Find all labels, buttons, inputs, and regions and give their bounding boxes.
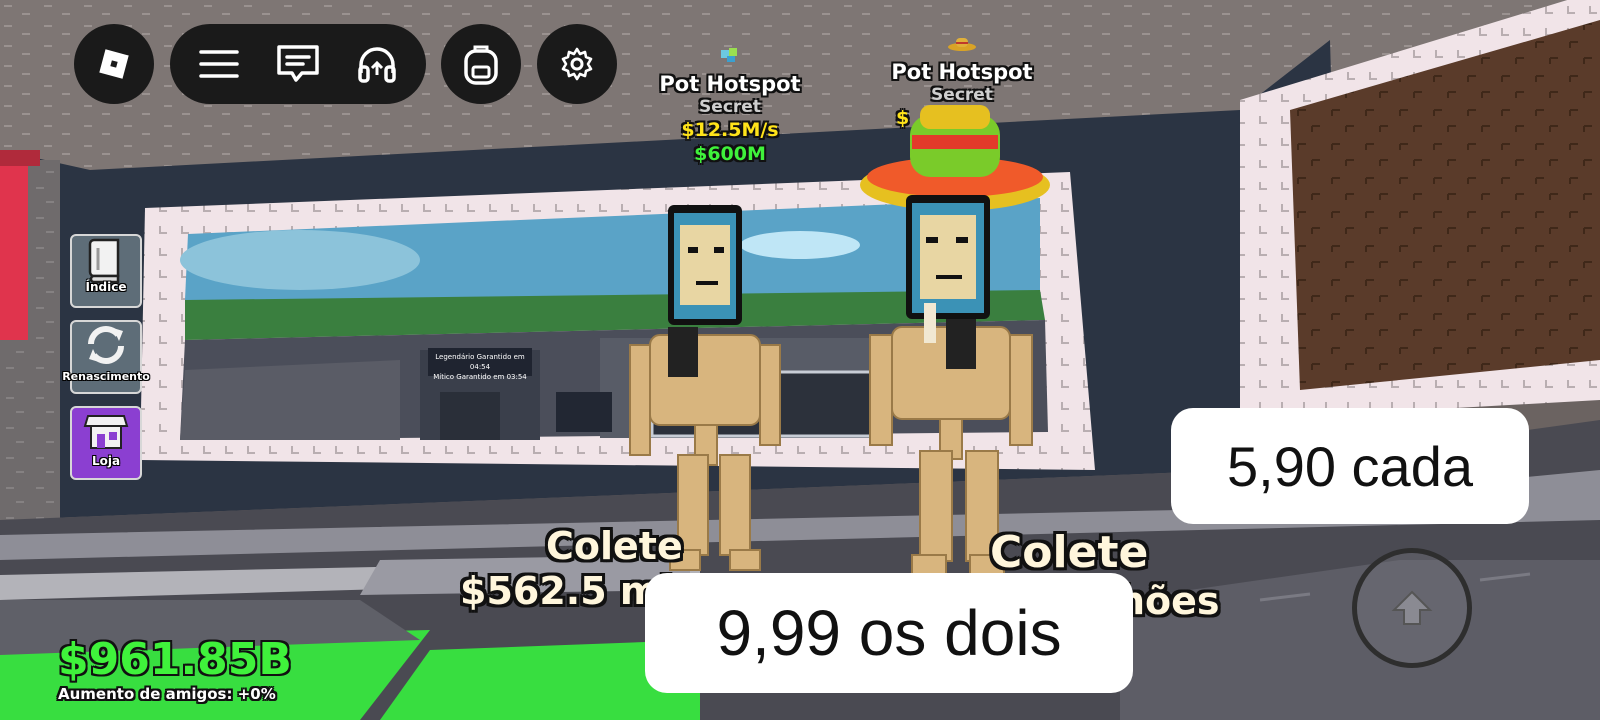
hotspot-title: Pot Hotspot [659,72,801,96]
settings-button[interactable] [537,24,617,104]
chat-icon[interactable] [276,44,320,84]
roblox-logo-icon [99,49,129,79]
sidebar-item-loja[interactable]: Loja [70,406,142,480]
friend-boost-text: Aumento de amigos: +0% [58,685,276,703]
hotspot-billboard: Pot Hotspot Secret $ [872,34,1052,130]
hotspot-rarity: Secret [931,85,993,105]
game-viewport[interactable]: Legendário Garantido em 04:54 Mítico Gar… [0,0,1600,720]
hotspot-rarity: Secret [699,97,761,117]
money-display: $961.85B [58,634,292,685]
main-toolbar [170,24,426,104]
jump-arrow-icon [1391,590,1433,625]
gear-icon [561,47,593,81]
hotspot-rate: $12.5M/s [681,119,779,141]
background-screen-line2: Mítico Garantido em 03:54 [433,373,527,381]
backpack-icon [464,45,498,85]
refresh-icon [88,326,124,364]
sidebar-item-renascimento[interactable]: Renascimento [62,320,150,394]
hotspot-title: Pot Hotspot [891,60,1033,84]
hotspot-rate: $ [896,107,910,129]
roblox-menu-button[interactable] [74,24,154,104]
jump-button[interactable] [1352,548,1472,668]
sidebar-item-label: Renascimento [62,370,150,383]
headphones-icon[interactable] [357,45,397,83]
sidebar-item-label: Índice [85,280,127,294]
sidebar-item-indice[interactable]: Índice [70,234,142,308]
sidebar-item-label: Loja [91,454,121,468]
collect-title: Colete [546,524,683,568]
puzzle-icon [640,46,820,72]
hotspot-price: $600M [694,143,766,165]
backpack-button[interactable] [441,24,521,104]
store-icon [83,415,129,449]
price-both-label: 9,99 os dois [645,573,1133,693]
sombrero-icon [872,34,1052,60]
brainrot-characters[interactable] [620,95,1090,585]
background-screen-line1: Legendário Garantido em 04:54 [435,353,525,371]
collect-title: Colete [990,527,1149,578]
background-screen: Legendário Garantido em 04:54 Mítico Gar… [428,352,532,382]
wallet: $961.85B Aumento de amigos: +0% [58,636,292,704]
price-each-label: 5,90 cada [1171,408,1529,524]
book-icon [88,238,120,284]
hamburger-menu-icon[interactable] [198,48,239,80]
hotspot-billboard: Pot Hotspot Secret $12.5M/s $600M [640,46,820,166]
